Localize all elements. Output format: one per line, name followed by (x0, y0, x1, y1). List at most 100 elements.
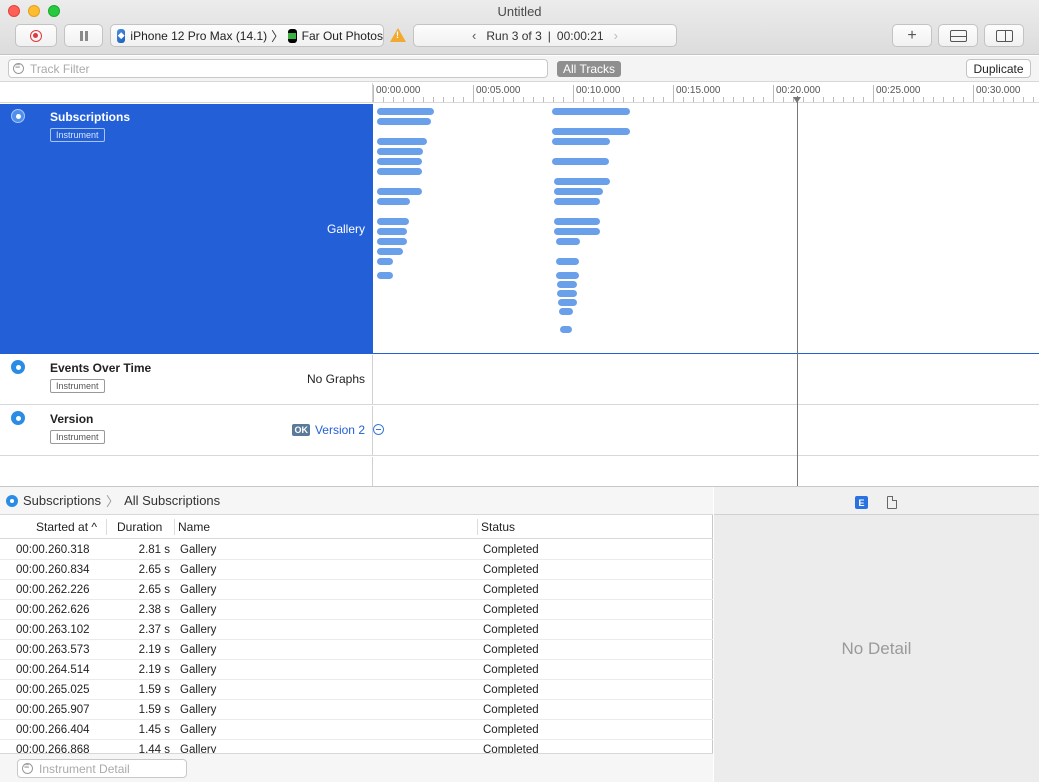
previous-run-button[interactable]: ‹ (472, 28, 476, 43)
subscription-interval-bar[interactable] (556, 238, 580, 245)
table-row[interactable]: 00:00.260.318 2.81 s Gallery Completed (0, 540, 713, 560)
subscription-interval-bar[interactable] (552, 158, 609, 165)
column-started-at[interactable]: Started at ^ (36, 520, 97, 536)
events-icon (11, 360, 25, 374)
track-version[interactable]: Version Instrument OK Version 2 (0, 406, 1039, 456)
version-icon (11, 411, 25, 425)
playhead-handle[interactable] (793, 97, 801, 103)
duplicate-button[interactable]: Duplicate (966, 59, 1031, 78)
subscriptions-icon (11, 109, 25, 123)
table-row[interactable]: 00:00.266.868 1.44 s Gallery Completed (0, 740, 713, 753)
name-cell: Gallery (180, 604, 217, 616)
table-row[interactable]: 00:00.266.404 1.45 s Gallery Completed (0, 720, 713, 740)
ruler-label: 00:15.000 (673, 85, 721, 102)
add-instrument-button[interactable]: + (892, 24, 932, 47)
extended-detail-icon[interactable]: E (855, 496, 868, 509)
breadcrumb-leaf[interactable]: All Subscriptions (124, 493, 220, 508)
track-filter-placeholder: Track Filter (30, 61, 90, 76)
subscription-interval-bar[interactable] (559, 308, 573, 315)
breadcrumb-root[interactable]: Subscriptions (23, 493, 101, 508)
subscription-interval-bar[interactable] (558, 299, 577, 306)
subscription-interval-bar[interactable] (377, 118, 431, 125)
subscription-interval-bar[interactable] (554, 218, 600, 225)
table-row[interactable]: 00:00.260.834 2.65 s Gallery Completed (0, 560, 713, 580)
status-cell: Completed (483, 664, 539, 676)
track-header-subscriptions[interactable]: Subscriptions Instrument Gallery (0, 104, 373, 353)
status-cell: Completed (483, 584, 539, 596)
status-cell: Completed (483, 704, 539, 716)
track-filter-field[interactable]: Track Filter (8, 59, 548, 78)
subscription-interval-bar[interactable] (377, 218, 409, 225)
detail-footer: Instrument Detail (0, 753, 713, 782)
subscription-interval-bar[interactable] (556, 272, 579, 279)
table-row[interactable]: 00:00.265.025 1.59 s Gallery Completed (0, 680, 713, 700)
subscription-interval-bar[interactable] (377, 188, 422, 195)
warning-icon[interactable] (390, 28, 406, 42)
subscription-interval-bar[interactable] (377, 272, 393, 279)
track-events-over-time[interactable]: Events Over Time Instrument No Graphs (0, 355, 1039, 405)
target-selector[interactable]: ◆ iPhone 12 Pro Max (14.1) 〉 Far Out Pho… (110, 24, 384, 47)
started-at-cell: 00:00.262.226 (16, 584, 90, 596)
table-row[interactable]: 00:00.262.626 2.38 s Gallery Completed (0, 600, 713, 620)
column-divider[interactable] (477, 519, 478, 535)
pause-button[interactable] (64, 24, 103, 47)
subscription-interval-bar[interactable] (552, 128, 630, 135)
instrument-detail-filter[interactable]: Instrument Detail (17, 759, 187, 778)
record-button[interactable] (15, 24, 57, 47)
track-subscriptions[interactable]: Subscriptions Instrument Gallery (0, 104, 1039, 354)
version-plot[interactable] (373, 406, 1039, 455)
table-row[interactable]: 00:00.265.907 1.59 s Gallery Completed (0, 700, 713, 720)
subscription-interval-bar[interactable] (554, 198, 600, 205)
column-divider[interactable] (106, 519, 107, 535)
version-label: OK Version 2 (292, 423, 365, 437)
subscriptions-table[interactable]: 00:00.260.318 2.81 s Gallery Completed 00:00… (0, 540, 713, 753)
subscription-interval-bar[interactable] (557, 281, 577, 288)
subscription-interval-bar[interactable] (554, 188, 603, 195)
duration-cell: 1.44 s (138, 744, 170, 753)
playhead[interactable] (797, 96, 798, 486)
column-status[interactable]: Status (481, 520, 515, 536)
document-icon[interactable] (887, 496, 897, 509)
subscription-interval-bar[interactable] (552, 138, 610, 145)
name-cell: Gallery (180, 644, 217, 656)
subscription-interval-bar[interactable] (554, 228, 600, 235)
events-plot[interactable] (373, 355, 1039, 404)
started-at-cell: 00:00.262.626 (16, 604, 90, 616)
table-row[interactable]: 00:00.263.102 2.37 s Gallery Completed (0, 620, 713, 640)
subscription-interval-bar[interactable] (560, 326, 572, 333)
version-marker-icon[interactable] (373, 424, 384, 435)
status-cell: Completed (483, 624, 539, 636)
subscription-interval-bar[interactable] (377, 248, 403, 255)
started-at-cell: 00:00.260.318 (16, 544, 90, 556)
subscription-interval-bar[interactable] (377, 228, 407, 235)
subscription-interval-bar[interactable] (554, 178, 610, 185)
started-at-cell: 00:00.265.907 (16, 704, 90, 716)
table-row[interactable]: 00:00.263.573 2.19 s Gallery Completed (0, 640, 713, 660)
subscription-interval-bar[interactable] (377, 148, 423, 155)
subscription-interval-bar[interactable] (377, 198, 410, 205)
table-row[interactable]: 00:00.262.226 2.65 s Gallery Completed (0, 580, 713, 600)
run-navigator: ‹ Run 3 of 3 | 00:00:21 › (413, 24, 677, 47)
all-tracks-button[interactable]: All Tracks (557, 61, 622, 77)
subscriptions-plot[interactable] (373, 104, 1039, 353)
subscription-interval-bar[interactable] (377, 168, 422, 175)
subscription-interval-bar[interactable] (377, 238, 407, 245)
subscription-interval-bar[interactable] (377, 138, 427, 145)
toggle-detail-area-button[interactable] (938, 24, 978, 47)
subscription-interval-bar[interactable] (377, 108, 434, 115)
subscription-interval-bar[interactable] (557, 290, 577, 297)
column-duration[interactable]: Duration (117, 520, 162, 536)
track-header-version[interactable]: Version Instrument OK Version 2 (0, 406, 373, 455)
elapsed-time: 00:00:21 (556, 28, 604, 43)
track-header-events[interactable]: Events Over Time Instrument No Graphs (0, 355, 373, 404)
column-divider[interactable] (174, 519, 175, 535)
subscription-interval-bar[interactable] (377, 258, 393, 265)
subscription-interval-bar[interactable] (377, 158, 422, 165)
subscription-interval-bar[interactable] (552, 108, 630, 115)
column-name[interactable]: Name (178, 520, 210, 536)
subscription-interval-bar[interactable] (556, 258, 579, 265)
table-row[interactable]: 00:00.264.514 2.19 s Gallery Completed (0, 660, 713, 680)
toggle-inspector-button[interactable] (984, 24, 1024, 47)
next-run-button[interactable]: › (614, 28, 618, 43)
timeline-ruler[interactable]: 00:00.000 00:05.000 00:10.000 00:15.000 … (373, 83, 1039, 103)
